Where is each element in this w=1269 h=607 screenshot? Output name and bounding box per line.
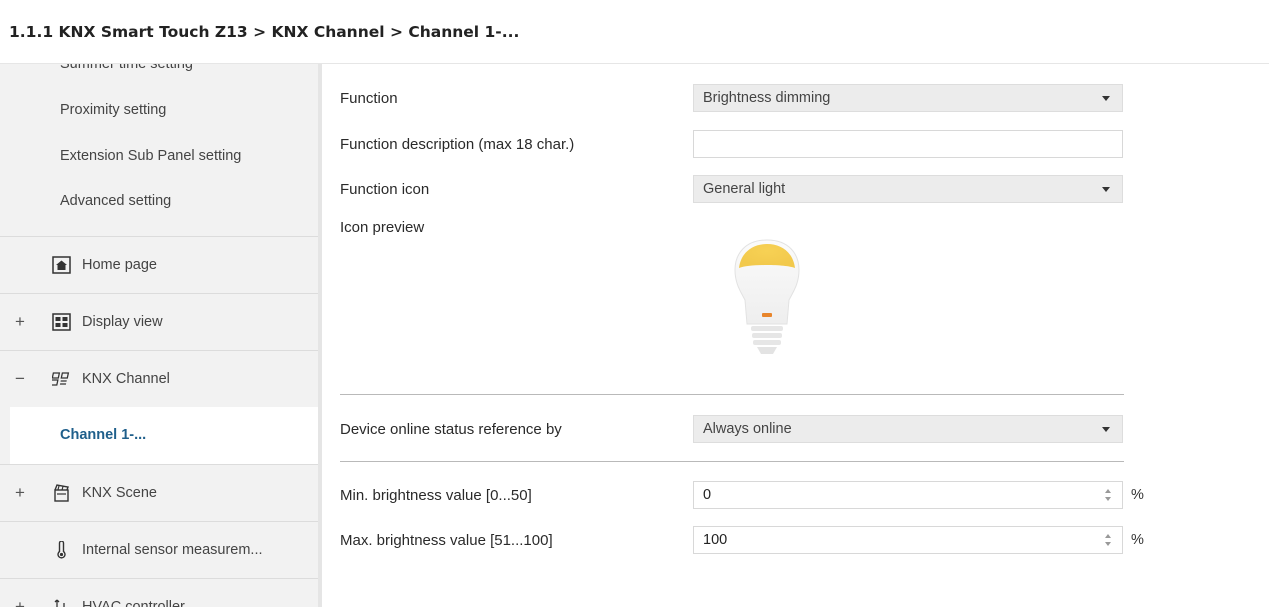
sidebar-item-label: Internal sensor measurem...	[82, 542, 263, 558]
home-icon	[52, 256, 71, 274]
sidebar-item-label: Channel 1-...	[60, 427, 147, 443]
section-divider	[340, 394, 1124, 395]
sidebar-nav: Summer time setting Proximity setting Ex…	[0, 64, 322, 607]
chevron-down-icon	[1102, 187, 1110, 192]
sidebar-item-label: KNX Scene	[82, 485, 157, 501]
function-description-input[interactable]	[693, 130, 1123, 158]
sidebar-item-home-page[interactable]: Home page	[0, 236, 318, 293]
icon-preview-label: Icon preview	[340, 219, 425, 236]
sidebar-item-extension-sub-panel[interactable]: Extension Sub Panel setting	[60, 148, 241, 164]
function-icon-value: General light	[703, 181, 786, 197]
decrement-arrow-icon[interactable]	[1105, 542, 1111, 546]
increment-arrow-icon[interactable]	[1105, 534, 1111, 538]
knx-channel-icon	[52, 372, 70, 386]
function-dropdown[interactable]: Brightness dimming	[693, 84, 1123, 112]
online-status-value: Always online	[703, 421, 792, 437]
sidebar-item-label: Home page	[82, 257, 157, 273]
chevron-down-icon	[1102, 96, 1110, 101]
function-icon-dropdown[interactable]: General light	[693, 175, 1123, 203]
min-brightness-unit: %	[1131, 487, 1144, 503]
max-brightness-stepper[interactable]: 100	[693, 526, 1123, 554]
max-brightness-value: 100	[703, 532, 728, 548]
breadcrumb: 1.1.1 KNX Smart Touch Z13 > KNX Channel …	[0, 0, 1269, 64]
sidebar-item-label: HVAC controller	[82, 599, 185, 607]
sidebar-item-display-view[interactable]: + Display view	[0, 293, 318, 350]
min-brightness-label: Min. brightness value [0...50]	[340, 487, 532, 504]
sidebar-item-channel-1[interactable]: Channel 1-...	[10, 407, 322, 464]
sidebar-item-internal-sensor[interactable]: Internal sensor measurem...	[0, 521, 318, 578]
scene-icon	[54, 484, 69, 502]
hvac-icon	[54, 599, 65, 607]
sidebar-item-label: KNX Channel	[82, 371, 170, 387]
function-label: Function	[340, 90, 398, 107]
sidebar-item-knx-channel[interactable]: − KNX Channel	[0, 350, 318, 407]
online-status-label: Device online status reference by	[340, 421, 562, 438]
sidebar-item-advanced[interactable]: Advanced setting	[60, 193, 171, 209]
sidebar-item-label: Display view	[82, 314, 163, 330]
online-status-dropdown[interactable]: Always online	[693, 415, 1123, 443]
function-description-label: Function description (max 18 char.)	[340, 136, 575, 153]
expand-icon[interactable]: +	[13, 483, 27, 503]
function-value: Brightness dimming	[703, 90, 831, 106]
thermometer-icon	[57, 541, 66, 559]
collapse-icon[interactable]: −	[13, 369, 27, 389]
sidebar-item-knx-scene[interactable]: + KNX Scene	[0, 464, 318, 521]
sidebar-item-proximity[interactable]: Proximity setting	[60, 102, 166, 118]
sidebar-item-hvac-controller[interactable]: + HVAC controller	[0, 578, 318, 607]
expand-icon[interactable]: +	[13, 312, 27, 332]
decrement-arrow-icon[interactable]	[1105, 497, 1111, 501]
min-brightness-stepper[interactable]: 0	[693, 481, 1123, 509]
min-brightness-value: 0	[703, 487, 712, 503]
function-icon-label: Function icon	[340, 181, 430, 198]
increment-arrow-icon[interactable]	[1105, 489, 1111, 493]
chevron-down-icon	[1102, 427, 1110, 432]
grid-view-icon	[52, 313, 71, 331]
section-divider	[340, 461, 1124, 462]
sidebar-item-summer-time[interactable]: Summer time setting	[60, 64, 193, 72]
max-brightness-unit: %	[1131, 532, 1144, 548]
light-bulb-icon	[734, 239, 800, 354]
max-brightness-label: Max. brightness value [51...100]	[340, 532, 553, 549]
expand-icon[interactable]: +	[13, 597, 27, 607]
